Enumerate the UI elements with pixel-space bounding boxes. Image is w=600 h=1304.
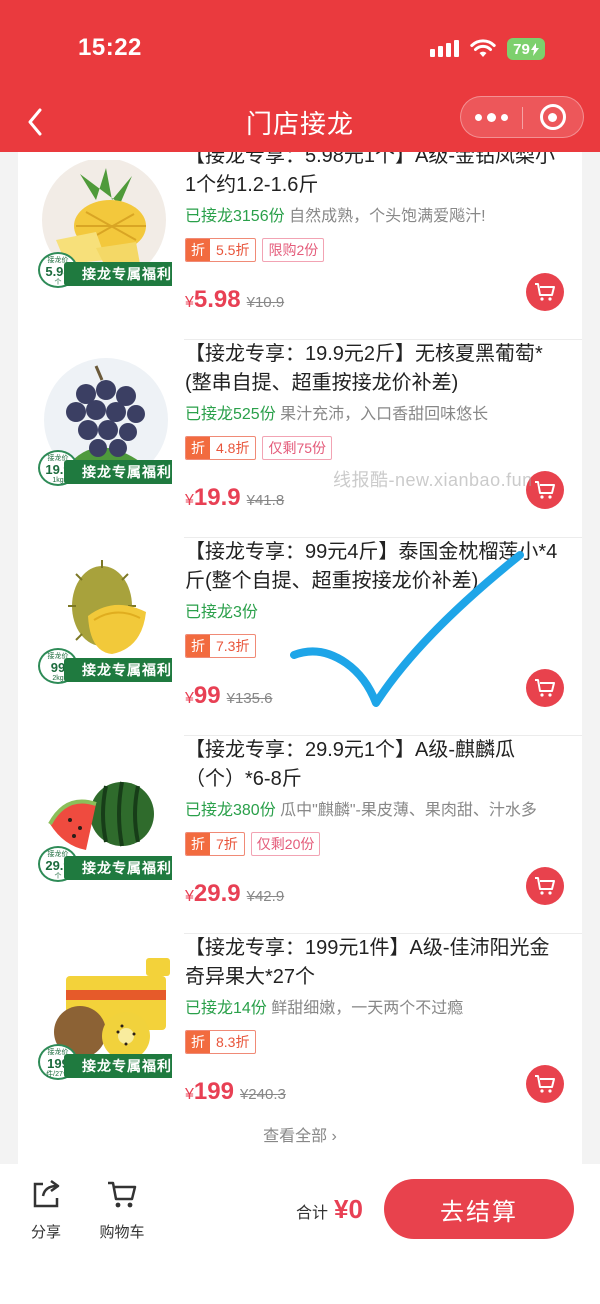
add-to-cart-button[interactable] <box>526 273 564 311</box>
price-row: ¥29.9 ¥42.9 <box>185 880 285 907</box>
deal-banner: 接龙专属福利 <box>64 658 172 682</box>
share-label: 分享 <box>30 1224 61 1241</box>
product-image: 接龙价 19.9 1kg 接龙专属福利 <box>36 358 172 494</box>
status-time: 15:22 <box>78 34 142 61</box>
close-target-icon <box>539 104 566 130</box>
current-price: 199 <box>193 1078 234 1105</box>
price-row: ¥199 ¥240.3 <box>185 1078 286 1105</box>
product-image: 接龙价 99 2kg 接龙专属福利 <box>36 556 172 692</box>
current-price: 99 <box>193 682 221 709</box>
cart-icon <box>535 877 555 895</box>
limit-tag: 限购2份 <box>262 238 325 262</box>
add-to-cart-button[interactable] <box>526 867 564 905</box>
product-title[interactable]: 【接龙专享：29.9元1个】A级-麒麟瓜（个）*6-8斤 <box>185 736 565 794</box>
product-image: 接龙价 199 件/27个 接龙专属福利 <box>36 952 172 1088</box>
close-mini-program-button[interactable] <box>523 97 583 137</box>
total-amount: ¥0 <box>334 1194 363 1224</box>
current-price: 29.9 <box>193 880 241 907</box>
product-stats: 已接龙3156份 自然成熟，个头饱满爱飚汁! <box>185 202 565 226</box>
discount-tag: 折 7.3折 <box>185 634 257 658</box>
discount-tag: 折 4.8折 <box>185 436 257 460</box>
add-to-cart-button[interactable] <box>526 1065 564 1103</box>
original-price: ¥135.6 <box>226 690 273 707</box>
product-item[interactable]: 接龙价 19.9 1kg 接龙专属福利 【接龙专享：19.9元2斤】无核夏黑葡萄*(… <box>18 340 582 538</box>
product-image: 接龙价 29.9 个 接龙专属福利 <box>36 754 172 890</box>
signal-icon <box>430 40 459 57</box>
product-tags: 折 7折 仅剩20份 <box>185 832 321 856</box>
price-row: ¥99 ¥135.6 <box>185 682 273 709</box>
current-price: 19.9 <box>193 484 241 511</box>
product-item[interactable]: 接龙价 29.9 个 接龙专属福利 【接龙专享：29.9元1个】A级-麒麟瓜（个）*… <box>18 736 582 934</box>
deal-banner: 接龙专属福利 <box>64 1054 172 1078</box>
product-stats: 已接龙525份 果汁充沛，入口香甜回味悠长 <box>185 400 565 424</box>
product-title[interactable]: 【接龙专享：199元1件】A级-佳沛阳光金奇异果大*27个 <box>185 934 565 992</box>
joined-count: 已接龙3156份 <box>185 208 285 225</box>
more-menu-button[interactable] <box>461 97 522 137</box>
joined-count: 已接龙525份 <box>185 406 276 423</box>
original-price: ¥42.9 <box>246 888 285 905</box>
limit-tag: 仅剩20份 <box>250 832 321 856</box>
total-label: 合计 <box>296 1205 329 1222</box>
product-tags: 折 8.3折 <box>185 1030 257 1054</box>
nav-bar: 门店接龙 <box>0 96 600 152</box>
charging-bolt-icon <box>530 42 539 56</box>
current-price: 5.98 <box>193 286 241 313</box>
price-row: ¥19.9 ¥41.8 <box>185 484 285 511</box>
share-button[interactable]: 分享 <box>14 1178 78 1242</box>
view-all-link[interactable]: 查看全部 › <box>18 1122 582 1146</box>
product-title[interactable]: 【接龙专享：5.98元1个】A级-金钻凤梨小1个约1.2-1.6斤 <box>185 152 565 200</box>
cart-icon <box>535 283 555 301</box>
battery-indicator: 79 <box>507 38 545 60</box>
joined-count: 已接龙3份 <box>185 604 258 621</box>
cart-label: 购物车 <box>99 1224 145 1241</box>
battery-level: 79 <box>513 40 530 58</box>
wifi-icon <box>470 39 496 57</box>
product-desc: 瓜中"麒麟"-果皮薄、果肉甜、汁水多 <box>280 802 537 819</box>
product-desc: 自然成熟，个头饱满爱飚汁! <box>289 208 486 225</box>
product-stats: 已接龙14份 鲜甜细嫩，一天两个不过瘾 <box>185 994 565 1018</box>
product-stats: 已接龙380份 瓜中"麒麟"-果皮薄、果肉甜、汁水多 <box>185 796 565 820</box>
joined-count: 已接龙380份 <box>185 802 276 819</box>
original-price: ¥240.3 <box>239 1086 286 1103</box>
discount-tag: 折 5.5折 <box>185 238 257 262</box>
product-tags: 折 4.8折 仅剩75份 <box>185 436 333 460</box>
deal-banner: 接龙专属福利 <box>64 262 172 286</box>
watermark-text: 线报酷-new.xianbao.fun <box>333 470 533 490</box>
bottom-bar: 分享 购物车 合计 ¥0 去结算 <box>0 1164 600 1304</box>
cart-icon <box>535 1075 555 1093</box>
product-desc: 果汁充沛，入口香甜回味悠长 <box>280 406 489 423</box>
discount-tag: 折 8.3折 <box>185 1030 257 1054</box>
cart-button[interactable]: 购物车 <box>90 1178 154 1242</box>
mini-program-capsule <box>460 96 584 138</box>
original-price: ¥41.8 <box>246 492 285 509</box>
product-desc: 鲜甜细嫩，一天两个不过瘾 <box>271 1000 464 1017</box>
cart-icon <box>535 481 555 499</box>
product-tags: 折 5.5折 限购2份 <box>185 238 325 262</box>
price-row: ¥5.98 ¥10.9 <box>185 286 285 313</box>
deal-banner: 接龙专属福利 <box>64 460 172 484</box>
share-icon <box>33 1179 60 1208</box>
joined-count: 已接龙14份 <box>185 1000 267 1017</box>
checkout-button[interactable]: 去结算 <box>384 1179 574 1239</box>
product-tags: 折 7.3折 <box>185 634 257 658</box>
discount-tag: 折 7折 <box>185 832 245 856</box>
deal-banner: 接龙专属福利 <box>64 856 172 880</box>
checkmark-annotation <box>290 551 524 707</box>
product-image: 接龙价 5.98 个 接龙专属福利 <box>36 160 172 296</box>
product-item[interactable]: 接龙价 5.98 个 接龙专属福利 【接龙专享：5.98元1个】A级-金钻凤梨小1个… <box>18 152 582 340</box>
status-bar: 15:22 79 <box>0 0 600 96</box>
limit-tag: 仅剩75份 <box>262 436 333 460</box>
original-price: ¥10.9 <box>246 294 285 311</box>
product-title[interactable]: 【接龙专享：19.9元2斤】无核夏黑葡萄*(整串自提、超重按接龙价补差) <box>185 340 565 398</box>
product-item[interactable]: 接龙价 199 件/27个 接龙专属福利 【接龙专享：199元1件】A级-佳沛阳光金… <box>18 934 582 1132</box>
cart-icon <box>108 1181 137 1208</box>
cart-total: 合计 ¥0 <box>296 1194 363 1225</box>
